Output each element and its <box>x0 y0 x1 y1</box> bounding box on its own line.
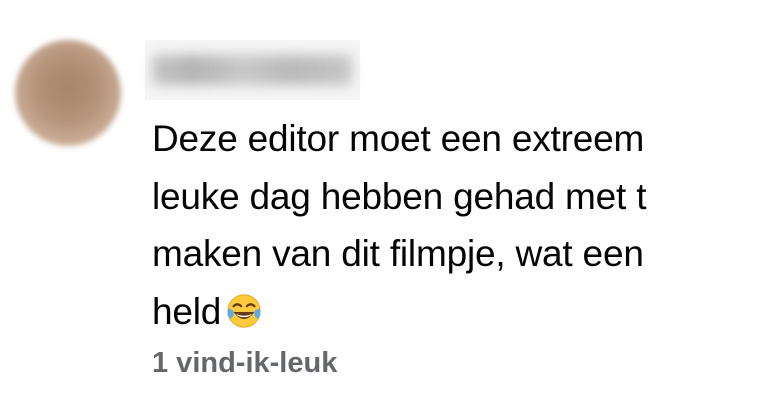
comment-text-line-4: held <box>152 283 752 341</box>
likes-count-link[interactable]: 1 vind-ik-leuk <box>152 347 337 380</box>
comment-text-line-2: leuke dag hebben gehad met t <box>152 175 647 217</box>
comment-text-line-3: maken van dit filmpje, wat een <box>152 233 644 274</box>
comment-text-line-4-text: held <box>152 290 222 332</box>
comment-text-line-1: Deze editor moet een extreem <box>152 118 645 159</box>
author-name-blur[interactable] <box>152 55 352 85</box>
avatar[interactable] <box>15 40 121 146</box>
comment: Deze editor moet een extreem leuke dag h… <box>0 0 760 414</box>
face-with-tears-of-joy-icon <box>227 293 261 328</box>
comment-text: Deze editor moet een extreem leuke dag h… <box>152 110 752 340</box>
